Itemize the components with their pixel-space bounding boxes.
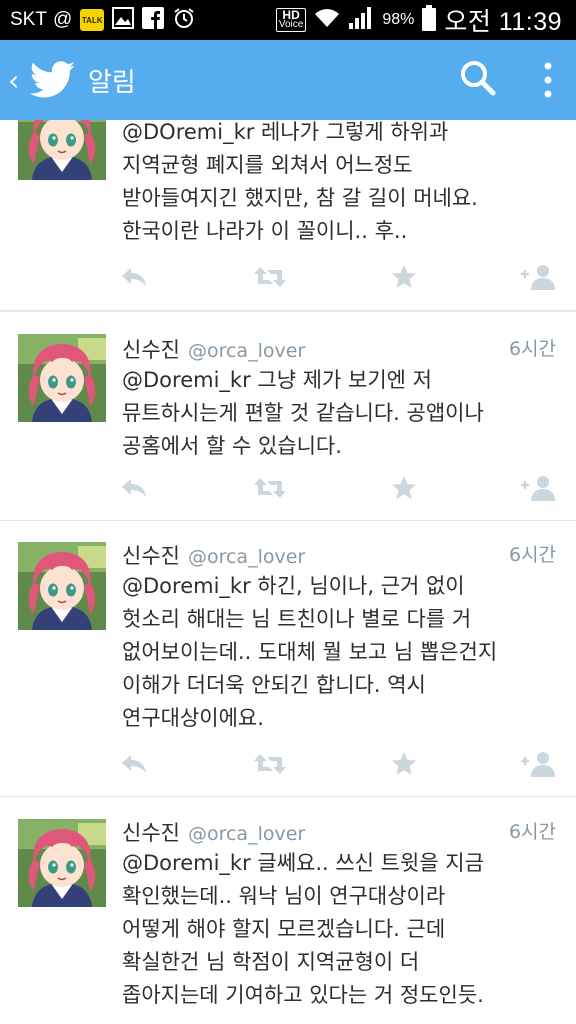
author-name[interactable]: 신수진 bbox=[122, 817, 180, 847]
search-icon[interactable] bbox=[458, 58, 498, 98]
tweet-item[interactable]: 신수진 @orca_lover 6시간 @Doremi_kr 그냥 제가 보기엔… bbox=[0, 311, 576, 521]
reply-icon[interactable] bbox=[118, 261, 150, 293]
author-name[interactable]: 신수진 bbox=[122, 334, 180, 364]
battery-icon bbox=[422, 4, 437, 36]
retweet-icon[interactable] bbox=[250, 472, 290, 504]
action-bar: ‹ 알림 bbox=[0, 40, 576, 120]
tweet-header: 신수진 @orca_lover bbox=[122, 540, 305, 570]
tweet-actions bbox=[118, 472, 558, 504]
author-name[interactable]: 신수진 bbox=[122, 540, 180, 570]
avatar[interactable] bbox=[18, 120, 106, 180]
at-icon: @ bbox=[52, 9, 73, 30]
back-chevron-icon[interactable]: ‹ bbox=[8, 64, 26, 97]
tweet-text: @Doremi_kr 글쎄요.. 쓰신 트윗을 지금 확인했는데.. 워낙 님이… bbox=[122, 851, 484, 1007]
reply-icon[interactable] bbox=[118, 472, 150, 504]
kakaotalk-icon: TALK bbox=[80, 9, 105, 31]
favorite-star-icon[interactable] bbox=[388, 472, 420, 504]
tweet-time: 6시간 bbox=[508, 338, 556, 360]
notification-feed[interactable]: @DOremi_kr 레나가 그렇게 하위과 지역균형 폐지를 외쳐서 어느정도… bbox=[0, 120, 576, 1024]
status-bar: SKT @ TALK HD Voice 98% 오전 11:39 bbox=[0, 0, 576, 40]
twitter-bird-icon[interactable] bbox=[29, 61, 76, 99]
alarm-icon bbox=[172, 6, 196, 35]
tweet-text: @Doremi_kr 하긴, 님이나, 근거 없이 헛소리 해대는 님 트친이나… bbox=[122, 574, 498, 730]
follow-user-icon[interactable] bbox=[518, 748, 558, 780]
tweet-text: @Doremi_kr 그냥 제가 보기엔 저 뮤트하시는게 편할 것 같습니다.… bbox=[122, 368, 484, 458]
tweet-actions bbox=[118, 261, 558, 293]
tweet-time: 6시간 bbox=[508, 544, 556, 566]
author-handle[interactable]: @orca_lover bbox=[188, 823, 305, 845]
hd-voice-icon: HD Voice bbox=[275, 8, 307, 32]
battery-percent: 98% bbox=[382, 11, 415, 28]
signal-icon bbox=[348, 6, 374, 35]
author-handle[interactable]: @orca_lover bbox=[188, 546, 305, 568]
favorite-star-icon[interactable] bbox=[388, 748, 420, 780]
follow-user-icon[interactable] bbox=[518, 472, 558, 504]
reply-icon[interactable] bbox=[118, 748, 150, 780]
tweet-text: @DOremi_kr 레나가 그렇게 하위과 지역균형 폐지를 외쳐서 어느정도… bbox=[122, 120, 478, 243]
carrier-label: SKT bbox=[10, 9, 47, 30]
avatar[interactable] bbox=[18, 819, 106, 907]
follow-user-icon[interactable] bbox=[518, 261, 558, 293]
retweet-icon[interactable] bbox=[250, 748, 290, 780]
overflow-menu-icon[interactable] bbox=[536, 60, 560, 100]
tweet-item[interactable]: @DOremi_kr 레나가 그렇게 하위과 지역균형 폐지를 외쳐서 어느정도… bbox=[0, 120, 576, 311]
retweet-icon[interactable] bbox=[250, 261, 290, 293]
page-title: 알림 bbox=[88, 67, 136, 98]
wifi-icon bbox=[314, 7, 340, 34]
avatar[interactable] bbox=[18, 334, 106, 422]
tweet-header: 신수진 @orca_lover bbox=[122, 817, 305, 847]
tweet-item[interactable]: 신수진 @orca_lover 6시간 @Doremi_kr 하긴, 님이나, … bbox=[0, 520, 576, 797]
avatar[interactable] bbox=[18, 542, 106, 630]
favorite-star-icon[interactable] bbox=[388, 261, 420, 293]
tweet-item[interactable]: 신수진 @orca_lover 6시간 @Doremi_kr 글쎄요.. 쓰신 … bbox=[0, 797, 576, 1024]
clock: 오전 11:39 bbox=[444, 8, 562, 36]
tweet-header: 신수진 @orca_lover bbox=[122, 334, 305, 364]
tweet-actions bbox=[118, 748, 558, 780]
author-handle[interactable]: @orca_lover bbox=[188, 340, 305, 362]
facebook-icon bbox=[142, 6, 165, 34]
tweet-time: 6시간 bbox=[508, 821, 556, 843]
gallery-icon bbox=[112, 6, 135, 34]
